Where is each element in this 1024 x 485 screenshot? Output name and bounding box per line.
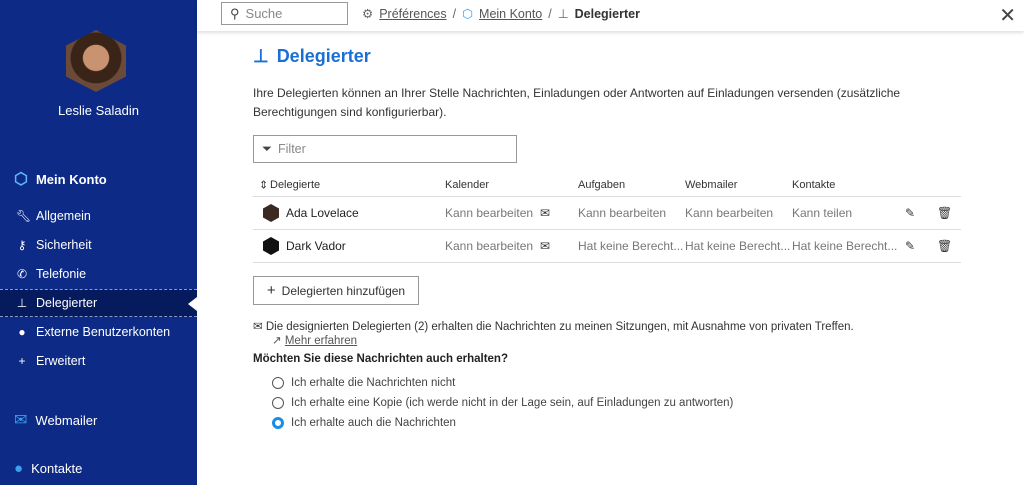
sidebar: Leslie Saladin ⬡ Mein Konto 🔧︎ Allgemein ⚷… [0,0,197,485]
section-webmailer[interactable]: ✉ Webmailer [14,410,97,430]
sidebar-item-delegierter[interactable]: ⊥ Delegierter [0,289,197,317]
add-delegate-button[interactable]: + Delegierten hinzufügen [253,276,419,305]
breadcrumb-preferences[interactable]: Préférences [379,7,446,21]
mail-icon: ✉ [14,412,28,429]
search-icon: ⚲ [230,5,240,21]
column-delegierte[interactable]: Delegierte [270,179,320,191]
table-row: Dark Vador Kann bearbeiten ✉ Hat keine B… [253,230,961,263]
trash-icon[interactable]: 🗑︎ [937,206,952,220]
sidebar-item-allgemein[interactable]: 🔧︎ Allgemein [0,202,197,230]
column-kalender: Kalender [445,179,490,191]
radio-button[interactable] [272,377,284,389]
gear-icon: ⚙ [362,7,374,21]
learn-more-link[interactable]: Mehr erfahren [285,335,357,347]
org-chart-icon: ⊥ [253,46,269,66]
webmailer-permission: Hat keine Berecht... [685,239,791,253]
plus-icon: + [18,354,26,368]
topbar: ⚲ Suche ⚙ Préférences / ⬡ Mein Konto / ⊥ Deleg… [197,0,1024,31]
avatar[interactable] [66,30,126,92]
sidebar-item-erweitert[interactable]: + Erweitert [0,347,197,375]
user-icon: ● [18,325,26,339]
filter-input[interactable]: ⏷ Filter [253,135,517,163]
sidebar-item-sicherheit[interactable]: ⚷ Sicherheit [0,231,197,259]
external-link-icon: ↗ [272,335,285,347]
wrench-icon: 🔧︎ [16,209,32,223]
section-mein-konto[interactable]: ⬡ Mein Konto [14,169,107,189]
avatar [263,204,279,222]
sort-icon[interactable]: ⇕ [259,179,268,192]
sidebar-item-externe-benutzerkonten[interactable]: ● Externe Benutzerkonten [0,318,197,346]
kalender-permission: Kann bearbeiten [445,206,534,220]
info-text: ✉ Die designierten Delegierten (2) erhal… [253,321,854,333]
mail-icon: ✉ [540,206,551,220]
trash-icon[interactable]: 🗑︎ [937,239,952,253]
question-label: Möchten Sie diese Nachrichten auch erhal… [253,353,508,365]
mail-icon: ✉ [253,321,266,333]
table-row: Ada Lovelace Kann bearbeiten ✉ Kann bear… [253,197,961,230]
section-kontakte[interactable]: ● Kontakte [14,460,82,477]
radio-option-none[interactable]: Ich erhalte die Nachrichten nicht [272,377,455,389]
radio-option-copy[interactable]: Ich erhalte eine Kopie (ich werde nicht … [272,397,733,409]
contacts-icon: ● [14,460,24,477]
breadcrumb: ⚙ Préférences / ⬡ Mein Konto / ⊥ Delegierter [362,6,640,22]
column-webmailer: Webmailer [685,179,738,191]
aufgaben-permission: Kann bearbeiten [578,206,667,220]
sidebar-item-telefonie[interactable]: ✆ Telefonie [0,260,197,288]
kontakte-permission: Kann teilen [792,206,853,220]
breadcrumb-mein-konto[interactable]: Mein Konto [479,7,542,21]
breadcrumb-current: Delegierter [574,6,640,21]
plus-icon: + [266,282,276,299]
phone-icon: ✆ [16,267,28,281]
user-name: Leslie Saladin [58,103,139,118]
edit-icon[interactable]: ✎ [905,206,915,220]
delegates-table: ⇕ Delegierte Kalender Aufgaben Webmailer… [253,174,961,263]
org-chart-icon: ⊥ [557,7,569,21]
webmailer-permission: Kann bearbeiten [685,206,774,220]
avatar [263,237,279,255]
learn-more[interactable]: ↗ Mehr erfahren [272,333,357,347]
radio-button-selected[interactable] [272,417,284,429]
mail-icon: ✉ [540,239,551,253]
aufgaben-permission: Hat keine Berecht... [578,239,684,253]
delegate-name: Ada Lovelace [286,206,359,220]
page-title: ⊥ Delegierter [253,46,371,66]
column-kontakte: Kontakte [792,179,836,191]
radio-option-also[interactable]: Ich erhalte auch die Nachrichten [272,417,456,429]
edit-icon[interactable]: ✎ [905,239,915,253]
delegate-name: Dark Vador [286,239,346,253]
radio-button[interactable] [272,397,284,409]
org-chart-icon: ⊥ [16,296,28,310]
column-aufgaben: Aufgaben [578,179,626,191]
account-icon: ⬡ [14,171,28,188]
kalender-permission: Kann bearbeiten [445,239,534,253]
filter-icon: ⏷ [262,141,273,156]
kontakte-permission: Hat keine Berecht... [792,239,898,253]
page-description: Ihre Delegierten können an Ihrer Stelle … [253,86,901,119]
close-icon[interactable]: ✕ [999,3,1016,28]
key-icon: ⚷ [17,238,27,252]
table-header: ⇕ Delegierte Kalender Aufgaben Webmailer… [253,174,961,197]
search-input[interactable]: ⚲ Suche [221,2,348,25]
account-icon: ⬡ [462,7,474,21]
